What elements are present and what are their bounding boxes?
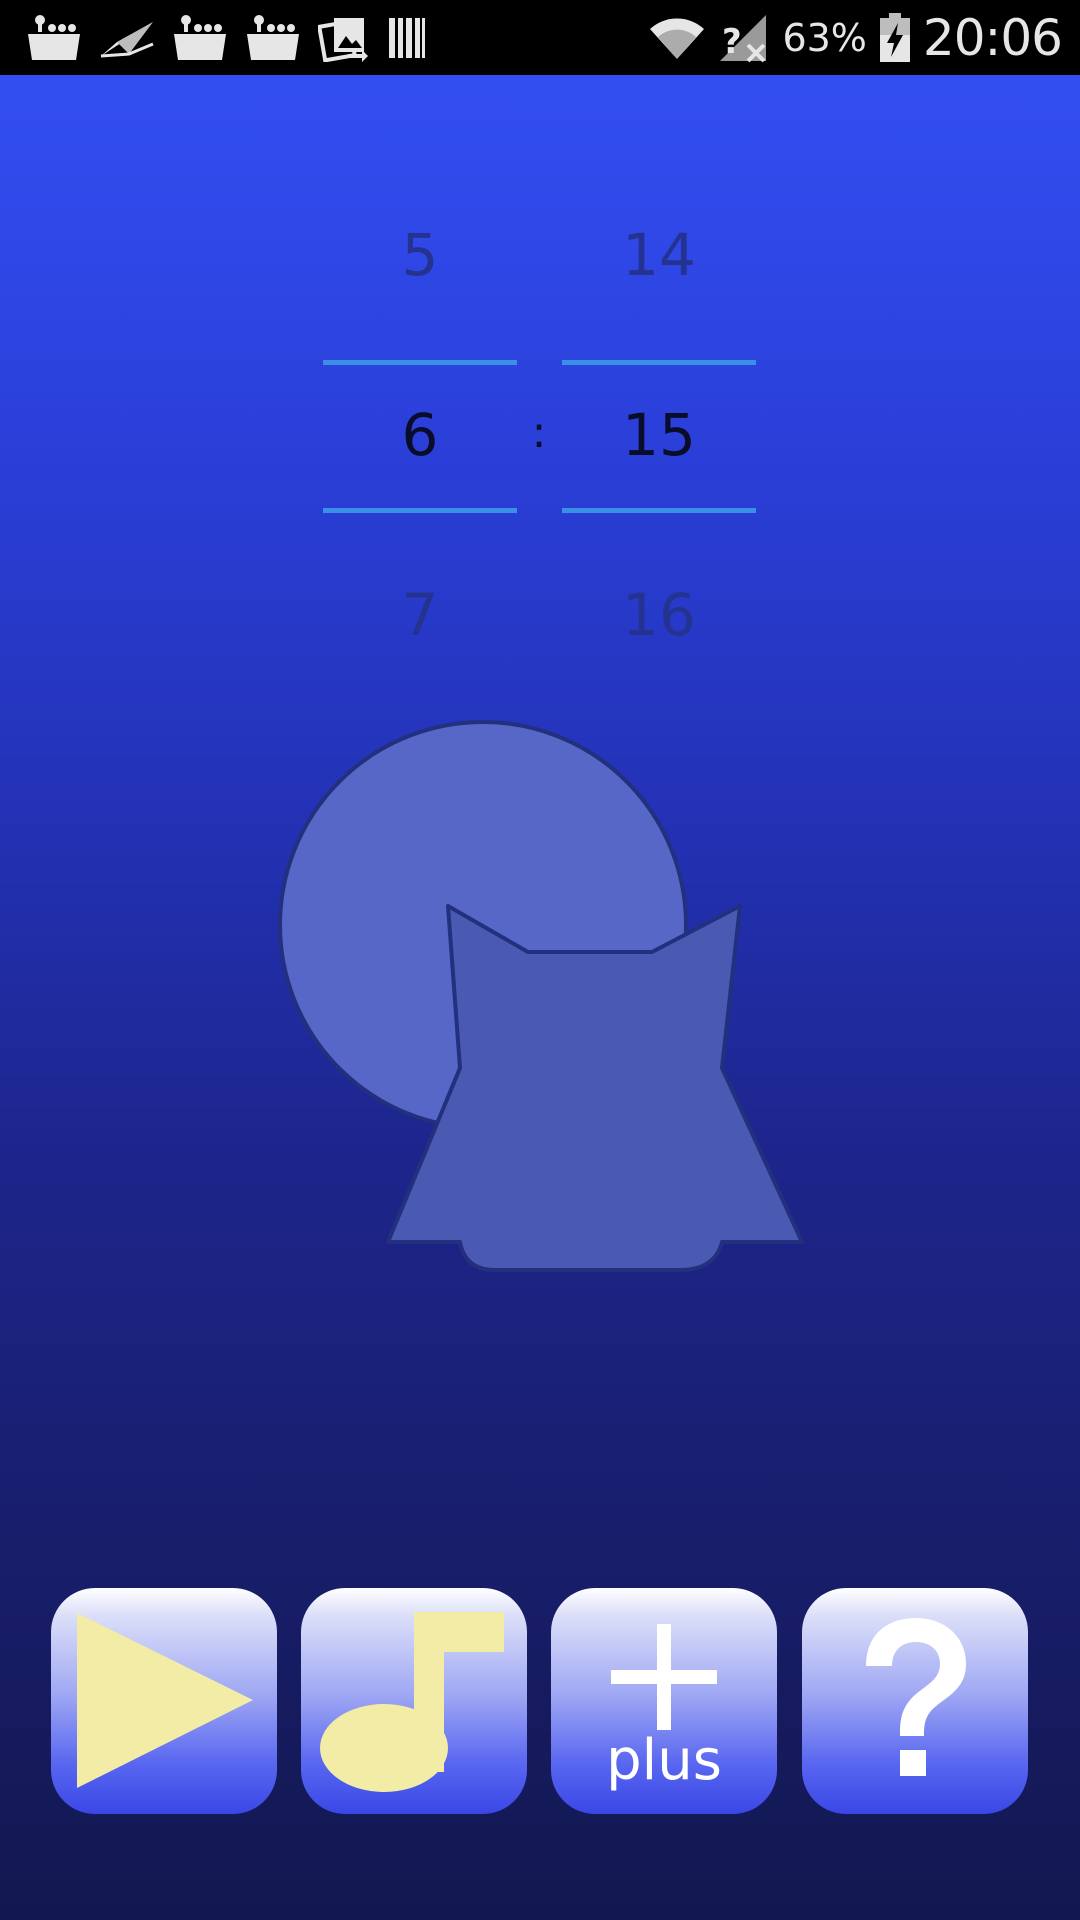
minute-next[interactable]: 16 [562,580,756,650]
music-button[interactable] [301,1588,527,1814]
play-button[interactable] [51,1588,277,1814]
plus-label: plus [606,1728,722,1793]
svg-text:?: ? [722,22,742,62]
bucket-icon [28,14,80,60]
plus-button[interactable]: plus [551,1588,777,1814]
system-indicators: ? 63% 20:06 [636,8,1063,67]
bucket-icon [247,14,299,60]
moon-owl-illustration [278,720,804,1272]
minute-previous[interactable]: 14 [562,220,756,290]
barcode-icon [389,17,425,58]
bucket-icon [174,14,226,60]
battery-percentage: 63% [782,15,867,60]
hour-divider-top [323,360,517,365]
hour-next[interactable]: 7 [323,580,517,650]
hour-previous[interactable]: 5 [323,220,517,290]
owl-icon [386,904,804,1272]
play-icon [77,1613,253,1788]
minute-divider-top [562,360,756,365]
time-separator: : [531,407,547,458]
minute-divider-bottom [562,508,756,513]
hour-divider-bottom [323,508,517,513]
hour-selected[interactable]: 6 [323,400,517,470]
wifi-icon [650,18,705,59]
minute-selected[interactable]: 15 [562,400,756,470]
battery-charging-icon [879,12,910,62]
notification-icons [26,14,444,62]
help-button[interactable] [802,1588,1028,1814]
hour-picker[interactable]: 5 6 7 [323,220,517,670]
status-clock: 20:06 [922,8,1063,67]
minute-picker[interactable]: 14 15 16 [562,220,756,670]
no-signal-icon: ? [720,14,767,62]
music-note-icon [320,1612,504,1792]
question-mark-icon [866,1618,966,1776]
paper-plane-icon [100,21,154,57]
status-bar: ? 63% 20:06 [0,0,1080,75]
photo-share-icon [318,17,368,62]
